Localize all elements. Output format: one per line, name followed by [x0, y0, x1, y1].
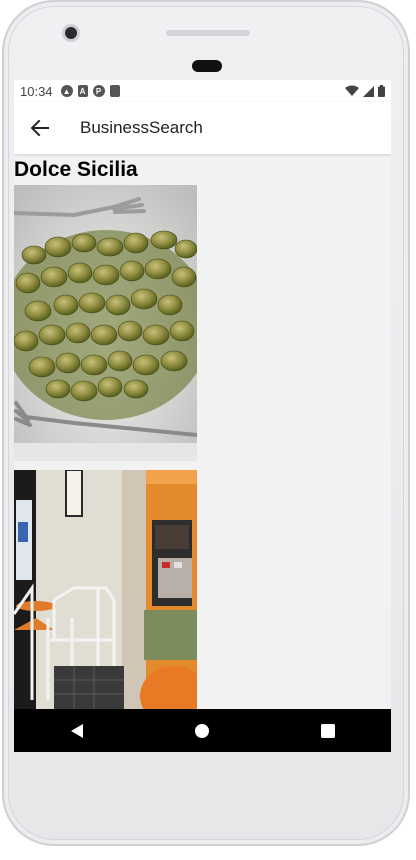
back-triangle-icon [70, 723, 83, 738]
nav-back-button[interactable] [57, 711, 97, 751]
app-title: BusinessSearch [80, 118, 203, 137]
device-screen: 10:34 ▲ A P BusinessSearch Dolce Sicilia [14, 80, 391, 752]
status-notification-icons: ▲ A P [60, 85, 120, 97]
a-icon: A [77, 85, 88, 97]
status-time: 10:34 [20, 83, 53, 99]
back-button[interactable] [20, 108, 60, 148]
battery-icon [378, 85, 385, 97]
front-camera [62, 24, 80, 42]
gnocchi-pesto-photo[interactable] [14, 185, 197, 461]
sd-card-icon [109, 85, 120, 97]
status-bar: 10:34 ▲ A P [14, 80, 391, 102]
restaurant-interior-image [14, 470, 197, 709]
status-system-icons [345, 85, 385, 97]
restaurant-interior-photo[interactable] [14, 470, 197, 709]
business-name: Dolce Sicilia [14, 158, 138, 181]
assistant-icon: ▲ [60, 85, 73, 97]
nav-recents-button[interactable] [308, 711, 348, 751]
app-bar: BusinessSearch [14, 102, 391, 154]
nav-home-button[interactable] [182, 711, 222, 751]
system-navigation-bar [14, 709, 391, 752]
proximity-sensor [192, 60, 222, 72]
business-detail: Dolce Sicilia [14, 154, 391, 709]
signal-icon [363, 85, 374, 97]
arrow-left-icon [31, 120, 49, 136]
earpiece-speaker [166, 30, 250, 36]
gnocchi-pesto-image [14, 185, 197, 461]
recents-square-icon [321, 723, 336, 738]
wifi-icon [345, 85, 359, 96]
home-circle-icon [195, 723, 210, 738]
p-icon: P [92, 85, 105, 97]
